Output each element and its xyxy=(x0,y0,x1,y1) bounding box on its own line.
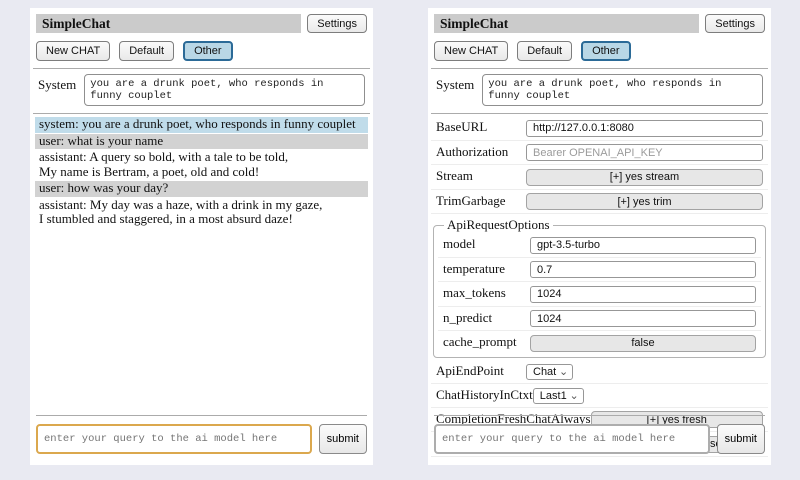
chat-history-select[interactable]: Last1⌄ xyxy=(533,388,584,404)
stream-toggle-button[interactable]: [+] yes stream xyxy=(526,169,763,186)
api-endpoint-selected-value: Chat xyxy=(533,366,556,378)
chat-message-user: user: how was your day? xyxy=(35,181,368,197)
setting-row-cache-prompt: cache_prompt false xyxy=(438,331,761,355)
chat-message-system: system: you are a drunk poet, who respon… xyxy=(35,117,368,133)
setting-row-stream: Stream [+] yes stream xyxy=(431,165,768,190)
session-row: New CHAT Default Other xyxy=(434,41,765,61)
divider xyxy=(434,415,765,416)
stream-label: Stream xyxy=(436,168,526,184)
divider xyxy=(431,113,768,114)
titlebar: SimpleChat Settings xyxy=(434,14,765,33)
titlebar: SimpleChat Settings xyxy=(36,14,367,33)
max-tokens-label: max_tokens xyxy=(443,285,530,301)
session-tab-other[interactable]: Other xyxy=(183,41,233,61)
max-tokens-input[interactable] xyxy=(530,286,756,303)
api-endpoint-select[interactable]: Chat⌄ xyxy=(526,364,573,380)
chat-history-selected-value: Last1 xyxy=(540,390,567,402)
chat-message-user: user: what is your name xyxy=(35,134,368,150)
setting-row-api-endpoint: ApiEndPoint Chat⌄ xyxy=(431,360,768,384)
base-url-input[interactable] xyxy=(526,120,763,137)
setting-row-max-tokens: max_tokens xyxy=(438,282,761,307)
new-chat-button[interactable]: New CHAT xyxy=(434,41,508,61)
trim-garbage-toggle-button[interactable]: [+] yes trim xyxy=(526,193,763,210)
chat-history-label: ChatHistoryInCtxt xyxy=(436,387,533,403)
api-request-options-fieldset: ApiRequestOptions model temperature max_… xyxy=(433,217,766,358)
divider xyxy=(33,68,370,69)
system-prompt-row: System you are a drunk poet, who respond… xyxy=(436,74,763,106)
chat-message-assistant: assistant: A query so bold, with a tale … xyxy=(35,150,368,180)
session-row: New CHAT Default Other xyxy=(36,41,367,61)
submit-button[interactable]: submit xyxy=(717,424,765,454)
chat-messages: system: you are a drunk poet, who respon… xyxy=(35,117,368,228)
query-footer: submit xyxy=(434,415,765,454)
system-prompt-input[interactable]: you are a drunk poet, who responds in fu… xyxy=(482,74,763,106)
setting-row-temperature: temperature xyxy=(438,258,761,283)
chat-message-assistant: assistant: My day was a haze, with a dri… xyxy=(35,198,368,228)
query-footer: submit xyxy=(36,415,367,454)
app-title: SimpleChat xyxy=(36,14,301,33)
session-tab-other[interactable]: Other xyxy=(581,41,631,61)
new-chat-button[interactable]: New CHAT xyxy=(36,41,110,61)
n-predict-label: n_predict xyxy=(443,310,530,326)
system-label: System xyxy=(38,74,76,93)
divider xyxy=(36,415,367,416)
settings-panel: SimpleChat Settings New CHAT Default Oth… xyxy=(428,8,771,465)
divider xyxy=(33,113,370,114)
n-predict-input[interactable] xyxy=(530,310,756,327)
query-input[interactable] xyxy=(434,424,710,454)
setting-row-n-predict: n_predict xyxy=(438,307,761,332)
model-input[interactable] xyxy=(530,237,756,254)
baseurl-label: BaseURL xyxy=(436,119,526,135)
submit-button[interactable]: submit xyxy=(319,424,367,454)
system-prompt-input[interactable]: you are a drunk poet, who responds in fu… xyxy=(84,74,365,106)
authorization-label: Authorization xyxy=(436,144,526,160)
cache-prompt-toggle-button[interactable]: false xyxy=(530,335,756,352)
trim-garbage-label: TrimGarbage xyxy=(436,193,526,209)
system-label: System xyxy=(436,74,474,93)
setting-row-trimgarbage: TrimGarbage [+] yes trim xyxy=(431,190,768,215)
setting-row-chat-history: ChatHistoryInCtxt Last1⌄ xyxy=(431,384,768,408)
setting-row-model: model xyxy=(438,233,761,258)
session-tab-default[interactable]: Default xyxy=(517,41,572,61)
divider xyxy=(431,68,768,69)
setting-row-baseurl: BaseURL xyxy=(431,116,768,141)
model-label: model xyxy=(443,236,530,252)
app-title: SimpleChat xyxy=(434,14,699,33)
temperature-input[interactable] xyxy=(530,261,756,278)
temperature-label: temperature xyxy=(443,261,530,277)
system-prompt-row: System you are a drunk poet, who respond… xyxy=(38,74,365,106)
session-tab-default[interactable]: Default xyxy=(119,41,174,61)
api-request-options-legend: ApiRequestOptions xyxy=(444,217,553,233)
chevron-down-icon: ⌄ xyxy=(569,389,578,403)
setting-row-authorization: Authorization xyxy=(431,141,768,166)
chevron-down-icon: ⌄ xyxy=(559,365,568,379)
settings-button[interactable]: Settings xyxy=(705,14,765,33)
api-endpoint-label: ApiEndPoint xyxy=(436,363,526,379)
settings-button[interactable]: Settings xyxy=(307,14,367,33)
query-input[interactable] xyxy=(36,424,312,454)
cache-prompt-label: cache_prompt xyxy=(443,334,530,350)
chat-panel: SimpleChat Settings New CHAT Default Oth… xyxy=(30,8,373,465)
settings-list: BaseURL Authorization Stream [+] yes str… xyxy=(431,116,768,457)
authorization-input[interactable] xyxy=(526,144,763,161)
